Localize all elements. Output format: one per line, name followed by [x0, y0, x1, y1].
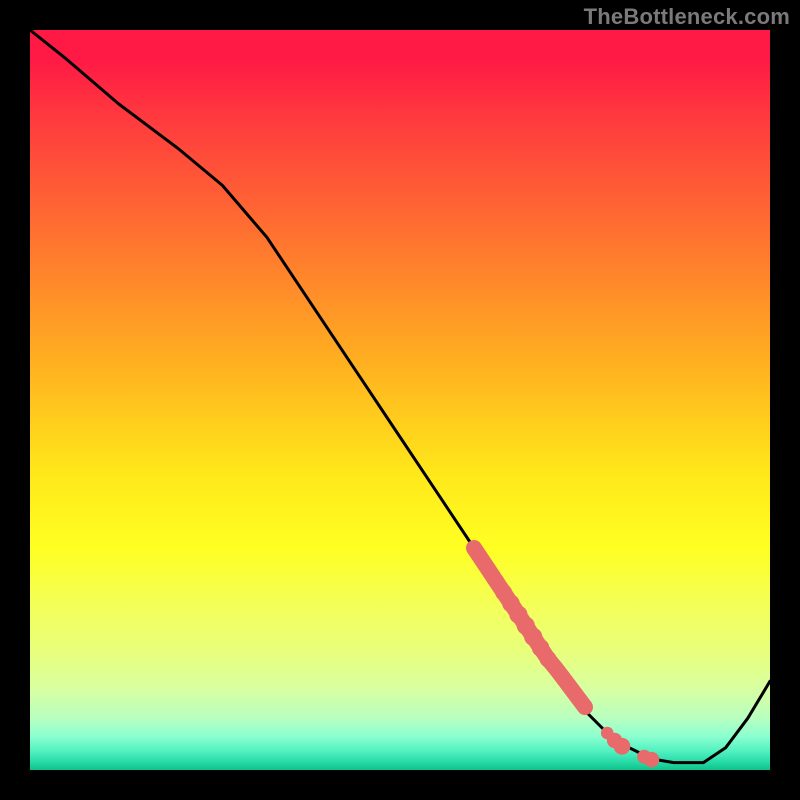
highlight-point — [568, 686, 581, 699]
highlight-point — [614, 738, 631, 755]
chart-frame: TheBottleneck.com — [0, 0, 800, 800]
plot-area — [30, 30, 770, 770]
bottleneck-curve — [30, 30, 770, 763]
highlight-point — [556, 671, 570, 685]
chart-svg-layer — [30, 30, 770, 770]
highlight-point — [644, 752, 659, 767]
highlight-point — [468, 542, 481, 555]
watermark-label: TheBottleneck.com — [584, 4, 790, 30]
highlight-point — [579, 702, 590, 713]
